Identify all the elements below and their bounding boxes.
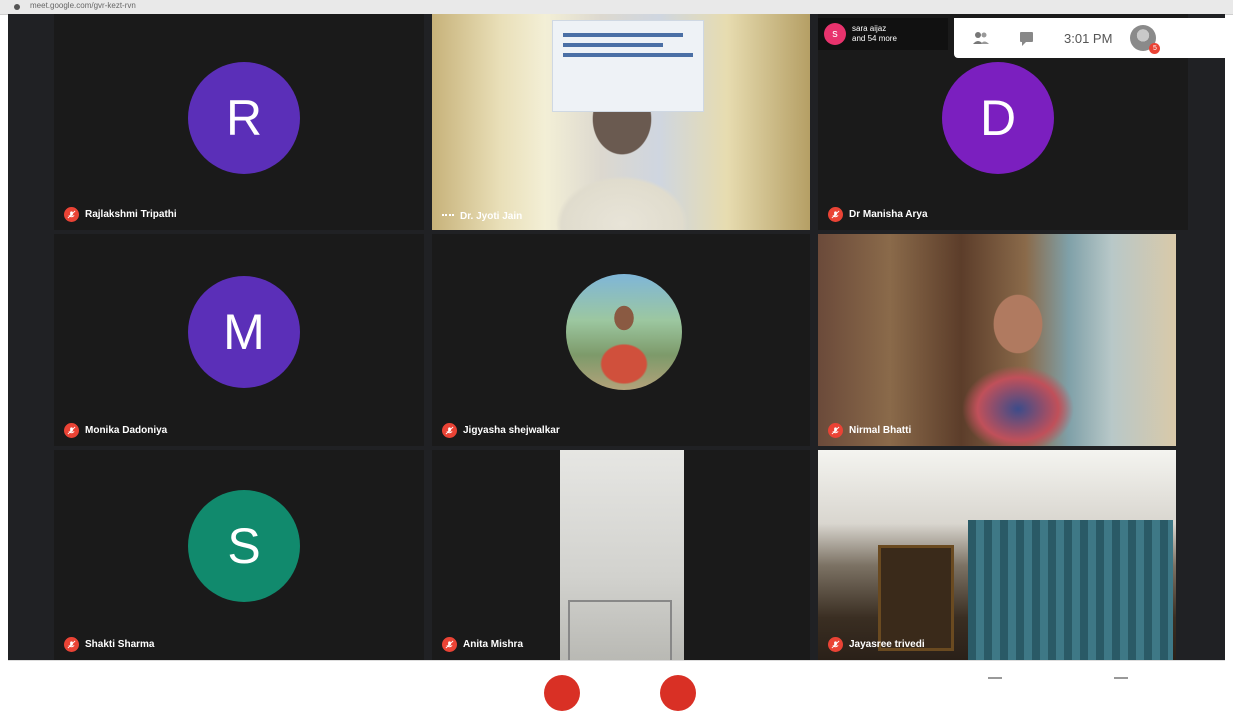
- participant-video-tile[interactable]: Jayasree trivedi: [818, 450, 1176, 660]
- mic-off-icon: [64, 637, 79, 652]
- participant-video-tile[interactable]: Anita Mishra: [432, 450, 810, 660]
- captions-icon[interactable]: [988, 677, 1002, 687]
- self-avatar[interactable]: 5: [1130, 25, 1161, 54]
- participant-tile[interactable]: R Rajlakshmi Tripathi: [54, 14, 424, 230]
- browser-top-strip: meet.google.com/gvr-kezt-rvn: [0, 0, 1233, 15]
- mic-off-icon: [828, 423, 843, 438]
- people-preview[interactable]: s sara aijaz and 54 more: [818, 18, 948, 50]
- participant-name: Dr Manisha Arya: [828, 207, 928, 222]
- participant-avatar: D: [942, 62, 1054, 174]
- mic-off-icon: [64, 423, 79, 438]
- mic-off-icon: [64, 207, 79, 222]
- camera-toggle-button[interactable]: [660, 675, 696, 711]
- participant-name: Dr. Jyoti Jain: [442, 211, 522, 222]
- bottom-toolbar: [8, 660, 1225, 711]
- participant-avatar: R: [188, 62, 300, 174]
- mic-toggle-button[interactable]: [544, 675, 580, 711]
- people-preview-name: sara aijaz: [852, 24, 887, 33]
- clock-time: 3:01 PM: [1064, 30, 1113, 46]
- meet-grid: R Rajlakshmi Tripathi Dr. Jyoti Jain D D…: [8, 14, 1225, 660]
- people-preview-more: and 54 more: [852, 34, 897, 43]
- participant-avatar: M: [188, 276, 300, 388]
- participant-name: Monika Dadoniya: [64, 423, 167, 438]
- participant-tile[interactable]: S Shakti Sharma: [54, 450, 424, 660]
- participant-video-tile[interactable]: Nirmal Bhatti: [818, 234, 1176, 446]
- participant-video-feed: [560, 450, 684, 660]
- chat-icon[interactable]: [1018, 29, 1036, 47]
- participant-name: Shakti Sharma: [64, 637, 154, 652]
- background-banner: [552, 20, 704, 112]
- participant-name: Rajlakshmi Tripathi: [64, 207, 177, 222]
- participant-name: Jayasree trivedi: [828, 637, 925, 652]
- mic-off-icon: [442, 637, 457, 652]
- mic-off-icon: [828, 637, 843, 652]
- browser-url[interactable]: meet.google.com/gvr-kezt-rvn: [30, 1, 136, 10]
- audio-level-icon: [442, 214, 454, 219]
- tab-indicator-icon: [14, 4, 20, 10]
- mic-off-icon: [828, 207, 843, 222]
- top-controls-bar: 3:01 PM 5: [954, 18, 1225, 58]
- notification-badge: 5: [1149, 43, 1161, 54]
- mic-off-icon: [442, 423, 457, 438]
- present-icon[interactable]: [1114, 677, 1128, 687]
- participant-video-tile[interactable]: Dr. Jyoti Jain: [432, 14, 810, 230]
- participant-tile[interactable]: M Monika Dadoniya: [54, 234, 424, 446]
- participant-name: Nirmal Bhatti: [828, 423, 911, 438]
- participant-profile-photo: [566, 274, 682, 390]
- participant-avatar: S: [188, 490, 300, 602]
- participant-tile[interactable]: Jigyasha shejwalkar: [432, 234, 810, 446]
- participant-name: Anita Mishra: [442, 637, 523, 652]
- participant-name: Jigyasha shejwalkar: [442, 423, 560, 438]
- participant-avatar-small: s: [824, 23, 846, 45]
- people-icon[interactable]: [972, 29, 990, 47]
